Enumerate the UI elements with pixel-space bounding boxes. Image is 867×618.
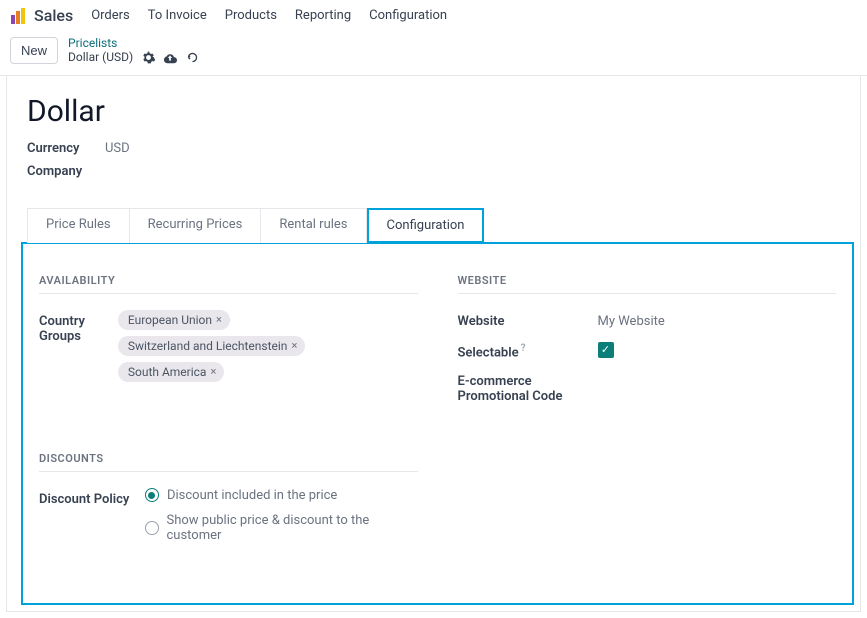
tab-price-rules[interactable]: Price Rules — [27, 208, 130, 243]
country-groups-row: Country Groups European Union × Switzerl… — [39, 310, 418, 382]
radio-label: Discount included in the price — [167, 488, 337, 503]
nav-to-invoice[interactable]: To Invoice — [148, 8, 207, 23]
nav-products[interactable]: Products — [225, 8, 277, 23]
nav-reporting[interactable]: Reporting — [295, 8, 351, 23]
radio-icon — [145, 488, 159, 502]
nav-configuration[interactable]: Configuration — [369, 8, 447, 23]
sheet-area: Dollar Currency USD Company Price Rules … — [0, 75, 867, 618]
top-nav: Sales Orders To Invoice Products Reporti… — [0, 0, 867, 32]
breadcrumb-current-text: Dollar (USD) — [68, 50, 133, 64]
tag-label: Switzerland and Liechtenstein — [128, 339, 288, 353]
company-row: Company — [7, 160, 860, 183]
tag-label: European Union — [128, 313, 212, 327]
selectable-checkbox[interactable]: ✓ — [598, 342, 614, 358]
website-row: Website My Website — [458, 310, 837, 329]
new-button[interactable]: New — [10, 37, 58, 64]
brand[interactable]: Sales — [10, 6, 73, 25]
undo-icon[interactable] — [185, 51, 199, 65]
tab-rental-rules[interactable]: Rental rules — [261, 208, 366, 243]
col-left: AVAILABILITY Country Groups European Uni… — [39, 274, 418, 563]
breadcrumb-parent[interactable]: Pricelists — [68, 36, 199, 50]
control-row: New Pricelists Dollar (USD) — [0, 32, 867, 75]
discount-option-0[interactable]: Discount included in the price — [145, 488, 418, 503]
discount-policy-row: Discount Policy Discount included in the… — [39, 488, 418, 553]
ecom-code-row: E-commerce Promotional Code — [458, 370, 837, 404]
section-availability: AVAILABILITY — [39, 274, 418, 294]
close-icon[interactable]: × — [291, 339, 297, 352]
help-icon[interactable]: ? — [521, 343, 526, 354]
nav-orders[interactable]: Orders — [91, 8, 130, 23]
form-sheet: Dollar Currency USD Company Price Rules … — [6, 76, 861, 612]
selectable-label-text: Selectable — [458, 345, 519, 360]
ecom-code-label: E-commerce Promotional Code — [458, 370, 598, 404]
selectable-row: Selectable? ✓ — [458, 339, 837, 360]
selectable-label: Selectable? — [458, 339, 598, 360]
country-groups-tags[interactable]: European Union × Switzerland and Liechte… — [118, 310, 418, 382]
breadcrumb-current: Dollar (USD) — [68, 50, 199, 64]
cloud-upload-icon[interactable] — [163, 51, 177, 65]
col-right: WEBSITE Website My Website Selectable? ✓… — [458, 274, 837, 563]
close-icon[interactable]: × — [216, 313, 222, 326]
website-label: Website — [458, 310, 598, 329]
record-title: Dollar — [7, 94, 860, 137]
currency-label: Currency — [27, 141, 87, 156]
close-icon[interactable]: × — [210, 365, 216, 378]
radio-icon — [145, 521, 159, 535]
currency-value[interactable]: USD — [105, 141, 130, 156]
radio-label: Show public price & discount to the cust… — [167, 513, 418, 543]
discount-policy-label: Discount Policy — [39, 488, 145, 507]
discount-option-1[interactable]: Show public price & discount to the cust… — [145, 513, 418, 543]
section-website: WEBSITE — [458, 274, 837, 294]
currency-row: Currency USD — [7, 137, 860, 160]
tag-country-group[interactable]: South America × — [118, 362, 224, 382]
gear-icon[interactable] — [141, 51, 155, 65]
section-discounts: DISCOUNTS — [39, 452, 418, 472]
tab-recurring-prices[interactable]: Recurring Prices — [130, 208, 262, 243]
brand-name: Sales — [34, 6, 73, 25]
country-groups-label: Country Groups — [39, 310, 118, 344]
website-value[interactable]: My Website — [598, 310, 665, 329]
tag-label: South America — [128, 365, 207, 379]
discount-policy-options: Discount included in the price Show publ… — [145, 488, 418, 553]
tag-country-group[interactable]: Switzerland and Liechtenstein × — [118, 336, 305, 356]
brand-logo-icon — [10, 7, 28, 25]
tag-country-group[interactable]: European Union × — [118, 310, 230, 330]
tab-configuration[interactable]: Configuration — [367, 208, 485, 243]
company-label: Company — [27, 164, 87, 179]
breadcrumb: Pricelists Dollar (USD) — [68, 36, 199, 65]
tabs: Price Rules Recurring Prices Rental rule… — [27, 207, 860, 242]
tab-panel-configuration: AVAILABILITY Country Groups European Uni… — [21, 242, 854, 605]
